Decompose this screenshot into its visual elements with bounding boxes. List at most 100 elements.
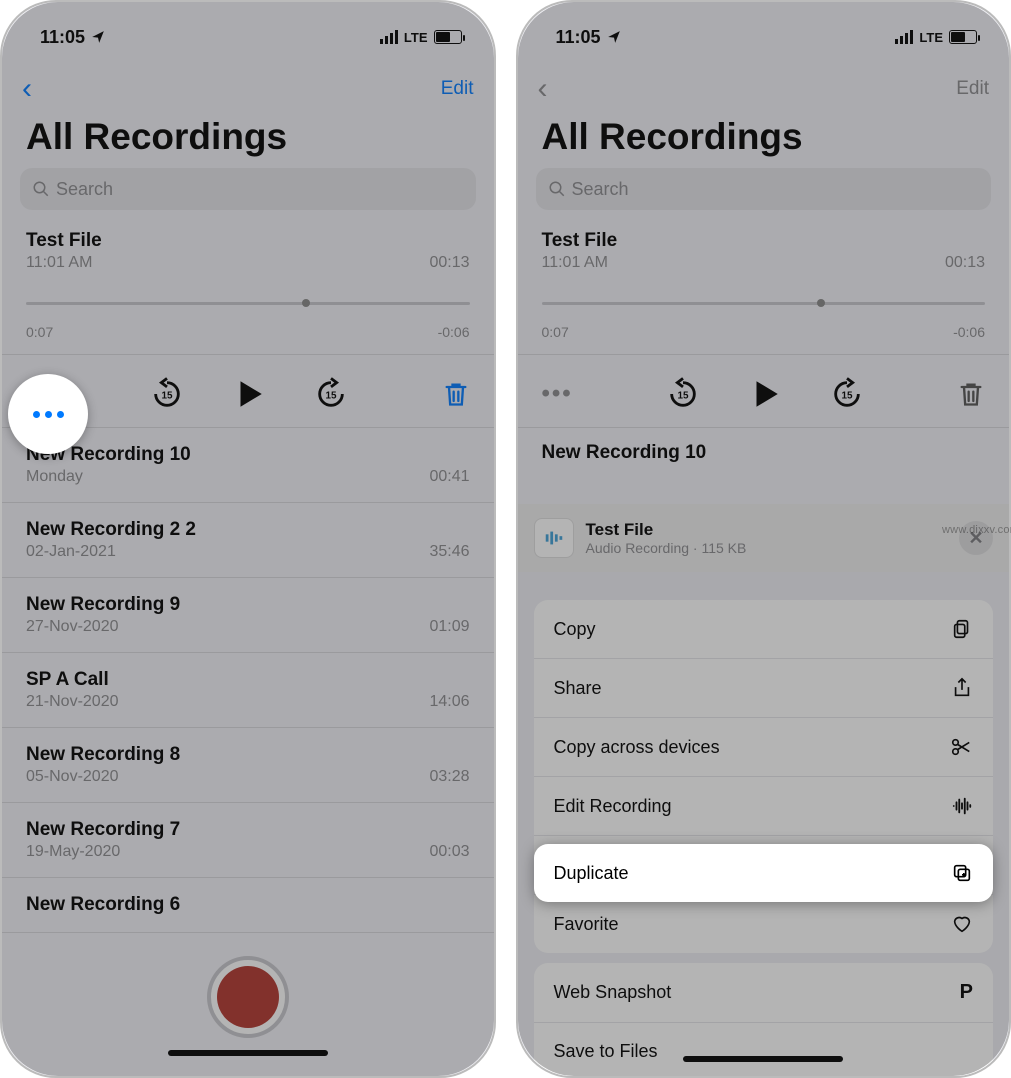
- location-icon: [91, 30, 105, 44]
- record-button[interactable]: [207, 956, 289, 1038]
- status-time: 11:05: [40, 27, 105, 48]
- location-icon: [607, 30, 621, 44]
- rewind-15-icon[interactable]: 15: [666, 377, 700, 411]
- list-item[interactable]: New Recording 6: [2, 878, 494, 933]
- audio-thumb-icon: [534, 518, 574, 558]
- scrubber[interactable]: [26, 302, 470, 318]
- menu-label: Edit Recording: [554, 796, 672, 817]
- clock-text: 11:05: [40, 27, 85, 48]
- forward-15-icon[interactable]: 15: [314, 377, 348, 411]
- battery-icon: [949, 30, 977, 44]
- nav-bar: ‹ Edit: [518, 58, 1010, 112]
- back-button[interactable]: ‹: [22, 74, 32, 104]
- recording-duration: 00:13: [429, 254, 469, 272]
- sheet-title: Test File: [586, 520, 948, 540]
- expanded-recording: Test File 11:01 AM 00:13 0:07 -0:06: [518, 210, 1010, 355]
- scrub-elapsed: 0:07: [26, 324, 53, 340]
- signal-icon: [380, 30, 398, 44]
- more-button[interactable]: •••: [542, 380, 573, 408]
- list-item-peek[interactable]: New Recording 10: [518, 427, 1010, 472]
- recording-duration: 00:13: [945, 254, 985, 272]
- copy-icon: [951, 618, 973, 640]
- watermark: www.dixxv.com: [942, 524, 1011, 536]
- playback-controls: ••• 15 15: [518, 355, 1010, 427]
- list-item[interactable]: New Recording 927-Nov-202001:09: [2, 578, 494, 653]
- edit-button[interactable]: Edit: [956, 78, 989, 100]
- recording-title[interactable]: Test File: [26, 230, 470, 252]
- search-icon: [548, 180, 566, 198]
- sheet-menu: Copy Share Copy across devices Edit Reco…: [518, 572, 1010, 1078]
- menu-edit-recording[interactable]: Edit Recording: [534, 777, 994, 836]
- trash-icon[interactable]: [957, 379, 985, 409]
- status-right: LTE: [380, 30, 462, 45]
- rewind-15-icon[interactable]: 15: [150, 377, 184, 411]
- play-icon[interactable]: [748, 377, 782, 411]
- pocket-icon: P: [960, 981, 973, 1004]
- back-button[interactable]: ‹: [538, 74, 548, 104]
- page-title: All Recordings: [2, 112, 494, 168]
- home-indicator[interactable]: [168, 1050, 328, 1056]
- network-label: LTE: [404, 30, 428, 45]
- phone-left: 11:05 LTE ‹ Edit All Recordings Search T…: [0, 0, 496, 1078]
- edit-button[interactable]: Edit: [441, 78, 474, 100]
- clock-text: 11:05: [556, 27, 601, 48]
- menu-label: Share: [554, 678, 602, 699]
- scrub-remaining: -0:06: [953, 324, 985, 340]
- record-area: [2, 956, 494, 1056]
- trash-icon[interactable]: [442, 379, 470, 409]
- list-item[interactable]: New Recording 805-Nov-202003:28: [2, 728, 494, 803]
- play-icon[interactable]: [232, 377, 266, 411]
- menu-label: Web Snapshot: [554, 982, 672, 1003]
- signal-icon: [895, 30, 913, 44]
- recording-time: 11:01 AM: [542, 254, 608, 272]
- search-input[interactable]: Search: [20, 168, 476, 210]
- menu-copy[interactable]: Copy: [534, 600, 994, 659]
- svg-text:15: 15: [162, 390, 174, 401]
- battery-icon: [434, 30, 462, 44]
- menu-share[interactable]: Share: [534, 659, 994, 718]
- search-input[interactable]: Search: [536, 168, 992, 210]
- status-bar: 11:05 LTE: [2, 2, 494, 58]
- recording-title[interactable]: Test File: [542, 230, 986, 252]
- status-time: 11:05: [556, 27, 621, 48]
- menu-save-files[interactable]: Save to Files: [534, 1023, 994, 1078]
- scrub-remaining: -0:06: [438, 324, 470, 340]
- expanded-recording: Test File 11:01 AM 00:13 0:07 -0:06: [2, 210, 494, 355]
- svg-text:15: 15: [677, 390, 689, 401]
- scrub-elapsed: 0:07: [542, 324, 569, 340]
- menu-favorite[interactable]: Favorite: [534, 895, 994, 953]
- menu-copy-across[interactable]: Copy across devices: [534, 718, 994, 777]
- list-item[interactable]: New Recording 719-May-202000:03: [2, 803, 494, 878]
- menu-label: Copy across devices: [554, 737, 720, 758]
- nav-bar: ‹ Edit: [2, 58, 494, 112]
- menu-duplicate[interactable]: Duplicate: [534, 844, 994, 902]
- home-indicator[interactable]: [683, 1056, 843, 1062]
- share-sheet: Test File Audio Recording · 115 KB ✕ Cop…: [518, 504, 1010, 1076]
- menu-label: Duplicate: [554, 863, 629, 884]
- highlight-duplicate: Duplicate: [534, 844, 994, 902]
- menu-web-snapshot[interactable]: Web Snapshot P: [534, 963, 994, 1023]
- status-right: LTE: [895, 30, 977, 45]
- waveform-icon: [951, 795, 973, 817]
- menu-label: Favorite: [554, 914, 619, 935]
- list-item[interactable]: New Recording 2 202-Jan-202135:46: [2, 503, 494, 578]
- sheet-subtitle: Audio Recording · 115 KB: [586, 540, 948, 556]
- status-bar: 11:05 LTE: [518, 2, 1010, 58]
- list-item[interactable]: SP A Call21-Nov-202014:06: [2, 653, 494, 728]
- svg-text:15: 15: [841, 390, 853, 401]
- scrubber[interactable]: [542, 302, 986, 318]
- recording-time: 11:01 AM: [26, 254, 92, 272]
- menu-label: Copy: [554, 619, 596, 640]
- search-icon: [32, 180, 50, 198]
- heart-icon: [951, 913, 973, 935]
- share-icon: [951, 677, 973, 699]
- search-placeholder: Search: [56, 179, 113, 200]
- phone-right: 11:05 LTE ‹ Edit All Recordings Search T…: [516, 0, 1011, 1078]
- network-label: LTE: [919, 30, 943, 45]
- sheet-header: Test File Audio Recording · 115 KB ✕: [518, 504, 1010, 572]
- scissors-icon: [949, 736, 973, 758]
- forward-15-icon[interactable]: 15: [830, 377, 864, 411]
- highlight-more-button: [8, 374, 88, 454]
- search-placeholder: Search: [572, 179, 629, 200]
- svg-text:15: 15: [326, 390, 338, 401]
